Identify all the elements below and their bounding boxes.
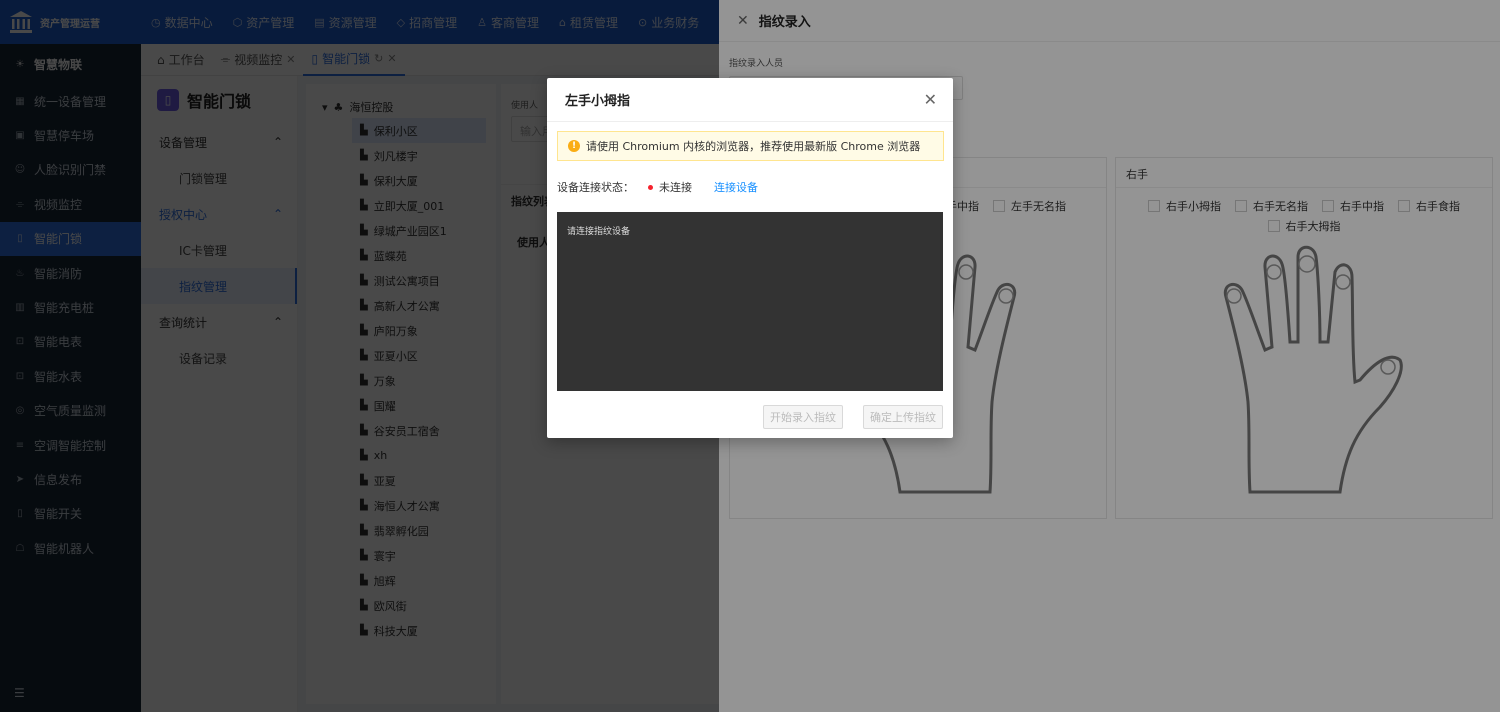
device-console: 请连接指纹设备 xyxy=(557,212,943,391)
browser-alert: ! 请使用 Chromium 内核的浏览器，推荐使用最新版 Chrome 浏览器 xyxy=(557,131,944,161)
console-text: 请连接指纹设备 xyxy=(567,227,631,237)
connection-status: 设备连接状态： 未连接 连接设备 xyxy=(557,179,758,195)
enroll-dialog: 左手小拇指 ✕ ! 请使用 Chromium 内核的浏览器，推荐使用最新版 Ch… xyxy=(547,78,953,438)
dialog-title: 左手小拇指 xyxy=(565,94,631,109)
dialog-buttons: 开始录入指纹 确定上传指纹 xyxy=(763,405,943,429)
start-enroll-button[interactable]: 开始录入指纹 xyxy=(763,405,843,429)
close-icon[interactable]: ✕ xyxy=(924,90,937,109)
alert-text: 请使用 Chromium 内核的浏览器，推荐使用最新版 Chrome 浏览器 xyxy=(586,140,921,153)
status-label: 设备连接状态： xyxy=(557,181,634,194)
status-dot xyxy=(648,184,653,190)
connect-device-link[interactable]: 连接设备 xyxy=(714,179,758,195)
status-value: 未连接 xyxy=(659,181,692,194)
dialog-header: 左手小拇指 ✕ xyxy=(547,78,953,122)
warning-icon: ! xyxy=(568,140,580,152)
upload-fingerprint-button[interactable]: 确定上传指纹 xyxy=(863,405,943,429)
